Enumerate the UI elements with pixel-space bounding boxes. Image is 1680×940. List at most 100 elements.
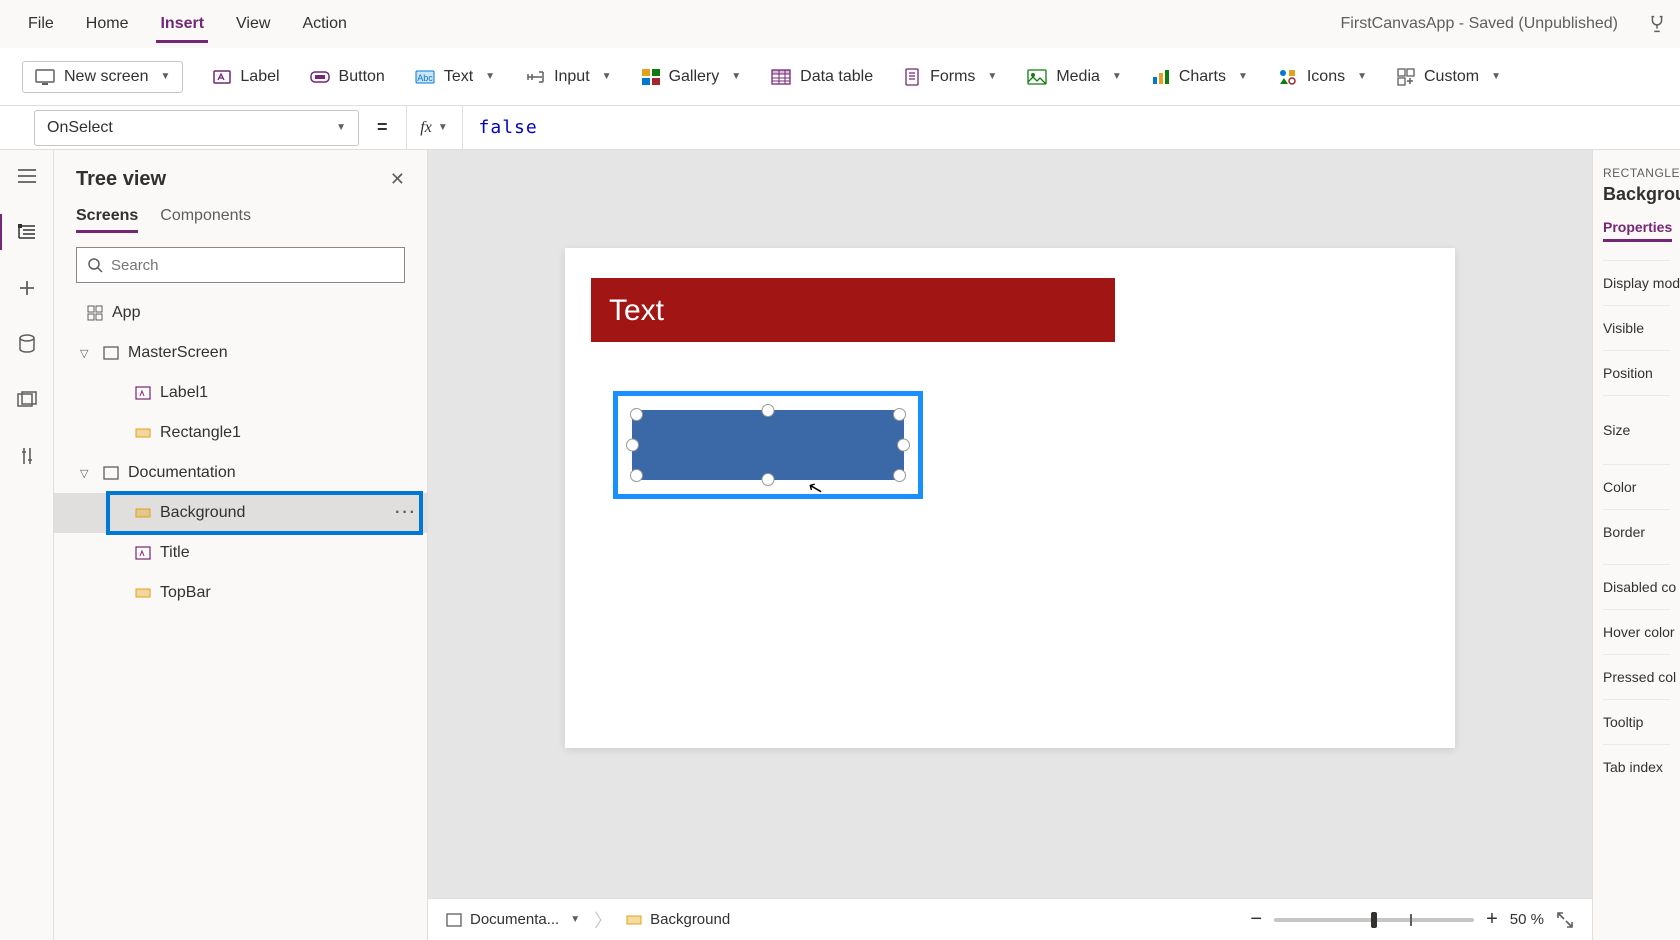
tree-list: App ▽ MasterScreen Label1 Rectangle1 ▽ D… xyxy=(54,293,427,940)
input-label: Input xyxy=(554,68,590,86)
media-button[interactable]: Media ▼ xyxy=(1027,68,1121,86)
label-icon xyxy=(213,69,231,85)
ribbon-toolbar: New screen ▼ Label Button Abc Text ▼ Inp… xyxy=(0,48,1680,106)
text-button[interactable]: Abc Text ▼ xyxy=(415,68,495,86)
prop-hover-color[interactable]: Hover color xyxy=(1603,609,1670,654)
charts-button[interactable]: Charts ▼ xyxy=(1152,68,1248,86)
label-icon xyxy=(134,544,152,562)
search-input[interactable] xyxy=(76,247,405,283)
text-label: Text xyxy=(444,68,473,86)
tree-node-background[interactable]: Background ··· xyxy=(54,493,427,533)
breadcrumb-control[interactable]: Background xyxy=(626,911,730,928)
resize-handle-bm[interactable] xyxy=(762,473,775,486)
tree-view-icon[interactable] xyxy=(13,218,41,246)
chevron-down-icon[interactable]: ▽ xyxy=(80,347,94,360)
resize-handle-tr[interactable] xyxy=(893,408,906,421)
label-button[interactable]: Label xyxy=(213,68,279,86)
gallery-button[interactable]: Gallery ▼ xyxy=(642,68,742,86)
resize-handle-br[interactable] xyxy=(893,469,906,482)
canvas-background-rect[interactable] xyxy=(632,410,904,480)
tree-node-topbar[interactable]: TopBar xyxy=(54,573,427,613)
menu-items: File Home Insert View Action xyxy=(12,5,363,43)
tree-node-title[interactable]: Title xyxy=(54,533,427,573)
tree-node-documentation[interactable]: ▽ Documentation xyxy=(54,453,427,493)
prop-tooltip[interactable]: Tooltip xyxy=(1603,699,1670,744)
tree-node-masterscreen[interactable]: ▽ MasterScreen xyxy=(54,333,427,373)
gallery-label: Gallery xyxy=(669,68,720,86)
selection-frame[interactable] xyxy=(613,391,923,499)
tree-node-rectangle1[interactable]: Rectangle1 xyxy=(54,413,427,453)
data-table-button[interactable]: Data table xyxy=(771,68,873,86)
formula-input[interactable]: false xyxy=(463,117,1680,138)
search-field[interactable] xyxy=(111,257,394,274)
prop-position[interactable]: Position xyxy=(1603,350,1670,395)
forms-button[interactable]: Forms ▼ xyxy=(903,68,997,86)
hamburger-icon[interactable] xyxy=(13,162,41,190)
resize-handle-bl[interactable] xyxy=(630,469,643,482)
chevron-down-icon: ▼ xyxy=(987,71,997,82)
rectangle-icon xyxy=(134,504,152,522)
control-name[interactable]: Backgroun xyxy=(1603,184,1670,205)
resize-handle-ml[interactable] xyxy=(626,439,639,452)
media-label: Media xyxy=(1056,68,1100,86)
input-button[interactable]: Input ▼ xyxy=(525,68,612,86)
menu-action[interactable]: Action xyxy=(286,5,362,43)
tree-node-app[interactable]: App xyxy=(54,293,427,333)
tree-node-label1[interactable]: Label1 xyxy=(54,373,427,413)
zoom-in-button[interactable]: + xyxy=(1486,908,1498,931)
zoom-slider[interactable] xyxy=(1274,918,1474,922)
zoom-out-button[interactable]: − xyxy=(1250,908,1262,931)
custom-button[interactable]: Custom ▼ xyxy=(1397,68,1501,86)
resize-handle-tm[interactable] xyxy=(762,404,775,417)
control-type-label: RECTANGLE xyxy=(1603,166,1670,180)
menu-bar: File Home Insert View Action FirstCanvas… xyxy=(0,0,1680,48)
custom-icon xyxy=(1397,68,1415,86)
app-label: App xyxy=(112,304,140,322)
media-rail-icon[interactable] xyxy=(13,386,41,414)
add-icon[interactable] xyxy=(13,274,41,302)
new-screen-button[interactable]: New screen ▼ xyxy=(22,61,183,93)
prop-color[interactable]: Color xyxy=(1603,464,1670,509)
prop-pressed-color[interactable]: Pressed col xyxy=(1603,654,1670,699)
close-icon[interactable]: ✕ xyxy=(390,169,405,190)
canvas-stage[interactable]: Text ↖ xyxy=(428,150,1592,898)
tools-icon[interactable] xyxy=(13,442,41,470)
breadcrumb-screen[interactable]: Documenta... ▼ xyxy=(446,911,580,928)
prop-display-mode[interactable]: Display mod xyxy=(1603,260,1670,305)
chevron-down-icon[interactable]: ▽ xyxy=(80,467,94,480)
prop-border[interactable]: Border xyxy=(1603,509,1670,554)
chevron-down-icon[interactable]: ▼ xyxy=(570,914,580,925)
menu-insert[interactable]: Insert xyxy=(144,5,220,43)
resize-handle-tl[interactable] xyxy=(630,408,643,421)
tab-components[interactable]: Components xyxy=(160,201,251,231)
text-icon: Abc xyxy=(415,69,435,85)
resize-handle-mr[interactable] xyxy=(897,439,910,452)
canvas-topbar[interactable]: Text xyxy=(591,278,1115,342)
menu-file[interactable]: File xyxy=(12,5,70,43)
zoom-thumb[interactable] xyxy=(1371,912,1377,928)
prop-size[interactable]: Size xyxy=(1603,395,1670,464)
artboard[interactable]: Text ↖ xyxy=(565,248,1455,748)
charts-icon xyxy=(1152,69,1170,85)
tab-screens[interactable]: Screens xyxy=(76,201,138,231)
menu-home[interactable]: Home xyxy=(70,5,145,43)
diagnostics-icon[interactable] xyxy=(1646,13,1668,35)
label-label: Label xyxy=(240,68,279,86)
screen-icon xyxy=(102,344,120,362)
tab-properties[interactable]: Properties xyxy=(1603,219,1672,242)
data-icon[interactable] xyxy=(13,330,41,358)
prop-disabled-color[interactable]: Disabled co xyxy=(1603,564,1670,609)
prop-visible[interactable]: Visible xyxy=(1603,305,1670,350)
fx-label[interactable]: fx ▼ xyxy=(407,106,463,149)
button-button[interactable]: Button xyxy=(310,68,385,86)
more-icon[interactable]: ··· xyxy=(395,504,417,522)
app-icon xyxy=(86,304,104,322)
prop-tab-index[interactable]: Tab index xyxy=(1603,744,1670,789)
icons-button[interactable]: Icons ▼ xyxy=(1278,68,1367,86)
forms-label: Forms xyxy=(930,68,975,86)
property-selector[interactable]: OnSelect ▼ xyxy=(34,110,359,146)
fullscreen-icon[interactable] xyxy=(1556,911,1574,929)
chevron-down-icon: ▼ xyxy=(1357,71,1367,82)
menu-view[interactable]: View xyxy=(220,5,286,43)
app-title: FirstCanvasApp - Saved (Unpublished) xyxy=(1341,15,1638,33)
